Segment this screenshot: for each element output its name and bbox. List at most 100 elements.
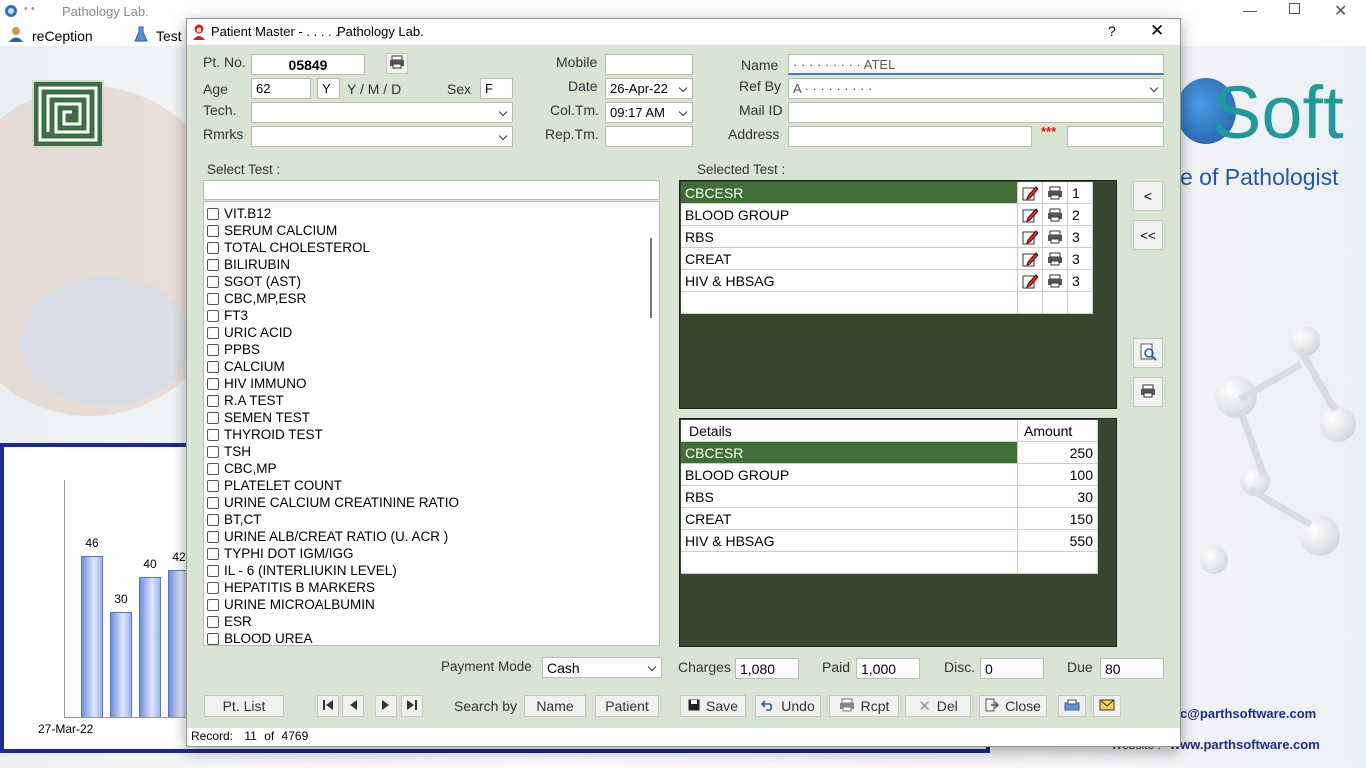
edit-result-icon[interactable]	[1018, 270, 1043, 292]
name-field[interactable]: · · · · · · · · · ATEL	[788, 54, 1164, 75]
undo-button[interactable]: Undo	[755, 695, 821, 717]
test-list-scrollbar[interactable]	[650, 238, 652, 318]
test-item[interactable]: BLOOD UREA	[207, 630, 313, 645]
test-item[interactable]: URINE MICROALBUMIN	[207, 596, 375, 613]
test-checkbox[interactable]	[207, 377, 219, 390]
remove-test-button[interactable]: <	[1133, 181, 1163, 211]
test-checkbox[interactable]	[207, 224, 219, 237]
details-grid[interactable]: Details Amount CBCESR 250 BLOOD GROUP 100 RB…	[679, 418, 1117, 647]
test-checkbox[interactable]	[207, 530, 219, 543]
selected-test-row[interactable]: HIV & HBSAG 3	[681, 270, 1093, 292]
address2-field[interactable]	[1067, 126, 1164, 147]
test-item[interactable]: THYROID TEST	[207, 426, 323, 443]
test-item[interactable]: PLATELET COUNT	[207, 477, 342, 494]
test-item[interactable]: IL - 6 (INTERLIUKIN LEVEL)	[207, 562, 397, 579]
tech-select[interactable]	[251, 102, 513, 123]
test-item[interactable]: VIT.B12	[207, 205, 271, 222]
due-field[interactable]: 80	[1100, 658, 1164, 679]
details-row[interactable]: CBCESR 250	[681, 442, 1098, 464]
printer-icon[interactable]	[1043, 204, 1068, 226]
edit-result-icon[interactable]	[1018, 204, 1043, 226]
edit-result-icon[interactable]	[1018, 248, 1043, 270]
test-checkbox[interactable]	[207, 343, 219, 356]
test-checkbox[interactable]	[207, 360, 219, 373]
test-checkbox[interactable]	[207, 513, 219, 526]
test-item[interactable]: SEMEN TEST	[207, 409, 310, 426]
printer-icon[interactable]	[1043, 270, 1068, 292]
next-record-button[interactable]	[375, 695, 397, 717]
test-checkbox[interactable]	[207, 292, 219, 305]
selected-test-grid[interactable]: CBCESR 1 BLOOD GROUP 2 RBS 3 CREAT 3 HIV & HBSAG…	[679, 180, 1117, 409]
test-checkbox[interactable]	[207, 258, 219, 271]
test-item[interactable]: URIC ACID	[207, 324, 292, 341]
test-item[interactable]: SERUM CALCIUM	[207, 222, 337, 239]
test-item[interactable]: CBC,MP,ESR	[207, 290, 306, 307]
app-close-button[interactable]: ✕	[1334, 1, 1347, 21]
edit-result-icon[interactable]	[1018, 182, 1043, 204]
test-item[interactable]: HIV IMMUNO	[207, 375, 307, 392]
dialog-close-button[interactable]: ✕	[1150, 21, 1164, 41]
edit-result-icon[interactable]	[1018, 292, 1043, 314]
paid-field[interactable]: 1,000	[856, 658, 920, 679]
rmrks-select[interactable]	[251, 126, 513, 147]
date-picker[interactable]: 26-Apr-22	[605, 78, 693, 99]
details-row[interactable]: RBS 30	[681, 486, 1098, 508]
reptm-field[interactable]	[605, 126, 693, 147]
charges-field[interactable]: 1,080	[735, 658, 799, 679]
sex-field[interactable]: F	[480, 78, 513, 99]
help-button[interactable]: ?	[1108, 23, 1116, 39]
test-item[interactable]: URINE CALCIUM CREATININE RATIO	[207, 494, 459, 511]
menu-reception[interactable]: reCeption	[8, 26, 93, 45]
pt-list-button[interactable]: Pt. List	[204, 695, 284, 717]
details-row[interactable]: BLOOD GROUP 100	[681, 464, 1098, 486]
test-checkbox[interactable]	[207, 207, 219, 220]
test-list[interactable]: VIT.B12 SERUM CALCIUM TOTAL CHOLESTEROL BIL…	[203, 201, 660, 646]
test-search-input[interactable]	[203, 180, 660, 200]
test-checkbox[interactable]	[207, 241, 219, 254]
selected-test-row[interactable]: RBS 3	[681, 226, 1093, 248]
address-field[interactable]	[788, 126, 1032, 147]
test-item[interactable]: TYPHI DOT IGM/IGG	[207, 545, 354, 562]
selected-test-row[interactable]: CREAT 3	[681, 248, 1093, 270]
details-row[interactable]: HIV & HBSAG 550	[681, 530, 1098, 552]
mobile-field[interactable]	[605, 54, 693, 75]
payment-mode-select[interactable]: Cash	[542, 657, 662, 678]
test-item[interactable]: CALCIUM	[207, 358, 285, 375]
test-checkbox[interactable]	[207, 394, 219, 407]
test-checkbox[interactable]	[207, 462, 219, 475]
print-pt-button[interactable]	[386, 53, 408, 74]
age-field[interactable]: 62	[251, 78, 311, 99]
selected-test-row[interactable]: BLOOD GROUP 2	[681, 204, 1093, 226]
print-report-button[interactable]	[1133, 377, 1163, 407]
test-checkbox[interactable]	[207, 598, 219, 611]
printer-icon[interactable]	[1043, 182, 1068, 204]
printer-icon[interactable]	[1043, 226, 1068, 248]
send-report-button[interactable]	[1058, 695, 1086, 717]
pt-no-field[interactable]: 05849	[251, 54, 365, 75]
details-row[interactable]: CREAT 150	[681, 508, 1098, 530]
test-checkbox[interactable]	[207, 326, 219, 339]
test-checkbox[interactable]	[207, 564, 219, 577]
remove-all-tests-button[interactable]: <<	[1133, 220, 1163, 250]
selected-test-row[interactable]: CBCESR 1	[681, 182, 1093, 204]
email-button[interactable]	[1093, 695, 1121, 717]
test-checkbox[interactable]	[207, 581, 219, 594]
test-item[interactable]: BT,CT	[207, 511, 262, 528]
test-item[interactable]: R.A TEST	[207, 392, 284, 409]
test-checkbox[interactable]	[207, 275, 219, 288]
save-button[interactable]: Save	[680, 695, 746, 717]
preview-button[interactable]	[1133, 338, 1163, 368]
selected-test-row[interactable]	[681, 292, 1093, 314]
prev-record-button[interactable]	[342, 695, 364, 717]
edit-result-icon[interactable]	[1018, 226, 1043, 248]
search-name-button[interactable]: Name	[524, 695, 586, 717]
test-item[interactable]: HEPATITIS B MARKERS	[207, 579, 375, 596]
last-record-button[interactable]	[401, 695, 423, 717]
website-link[interactable]: www.parthsoftware.com	[1170, 737, 1320, 752]
test-checkbox[interactable]	[207, 496, 219, 509]
test-checkbox[interactable]	[207, 428, 219, 441]
test-checkbox[interactable]	[207, 411, 219, 424]
close-button[interactable]: Close	[979, 695, 1047, 717]
age-unit-field[interactable]: Y	[317, 78, 340, 99]
test-checkbox[interactable]	[207, 479, 219, 492]
